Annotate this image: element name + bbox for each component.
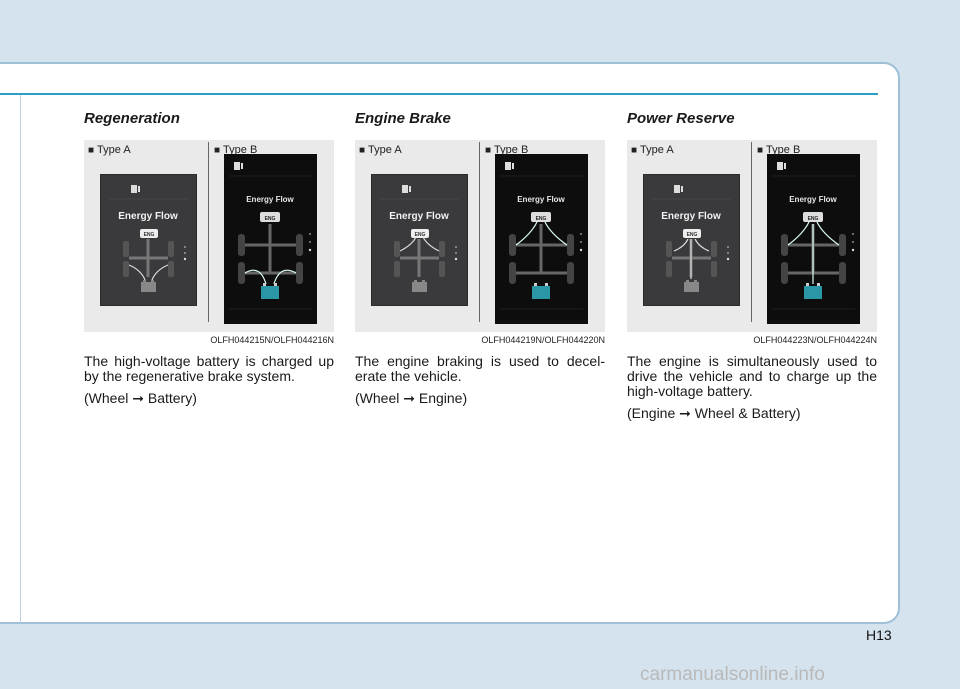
battery-icon <box>804 283 822 299</box>
energy-flow-direction: (Wheel ➞ Battery) <box>84 390 197 406</box>
svg-text:ENG: ENG <box>808 216 819 222</box>
svg-text:ENG: ENG <box>415 232 426 238</box>
energy-flow-title: Energy Flow <box>118 211 178 222</box>
figure-divider <box>208 142 209 322</box>
engine-icon: ENG <box>803 212 823 222</box>
svg-text:ENG: ENG <box>265 216 276 222</box>
section-title: Regeneration <box>84 110 180 127</box>
type-a-label: ■ Type A <box>88 144 131 156</box>
engine-icon: ENG <box>531 212 551 222</box>
section-engine-brake: Engine Brake ■ Type A ■ Type B Energy Flow… <box>355 108 605 406</box>
energy-flow-screen-type-b: Energy Flow ENG <box>495 154 588 324</box>
figure-panel: ■ Type A ■ Type B Energy Flow ENG Energy… <box>627 140 877 332</box>
type-a-label: ■ Type A <box>359 144 402 156</box>
fuel-pump-icon <box>674 185 683 193</box>
watermark: carmanualsonline.info <box>640 664 825 685</box>
figure-caption: OLFH044215N/OLFH044216N <box>210 335 334 345</box>
section-regeneration: Regeneration ■ Type A ■ Type B Energy Flow… <box>84 108 334 406</box>
energy-flow-screen-type-b: Energy Flow ENG <box>224 154 317 324</box>
energy-flow-screen-type-a: Energy Flow ENG <box>371 174 468 306</box>
battery-icon <box>532 283 550 299</box>
figure-caption: OLFH044219N/OLFH044220N <box>481 335 605 345</box>
figure-panel: ■ Type A ■ Type B Energy Flow ENG Energy… <box>84 140 334 332</box>
energy-flow-direction: (Engine ➞ Wheel & Battery) <box>627 405 801 421</box>
header-rule <box>0 93 878 95</box>
engine-icon: ENG <box>260 212 280 222</box>
figure-divider <box>751 142 752 322</box>
arrow-right-icon: ➞ <box>403 390 415 406</box>
section-power-reserve: Power Reserve ■ Type A ■ Type B Energy Flo… <box>627 108 877 421</box>
arrow-right-icon: ➞ <box>679 405 691 421</box>
battery-icon <box>412 280 427 292</box>
section-title: Engine Brake <box>355 110 451 127</box>
energy-flow-title: Energy Flow <box>517 195 565 204</box>
battery-icon <box>141 280 156 292</box>
page-number: H13 <box>866 627 892 643</box>
engine-icon: ENG <box>411 229 429 238</box>
energy-flow-title: Energy Flow <box>661 211 721 222</box>
battery-icon <box>684 280 699 292</box>
fuel-pump-icon <box>131 185 140 193</box>
fuel-pump-icon <box>402 185 411 193</box>
figure-panel: ■ Type A ■ Type B Energy Flow ENG Energy… <box>355 140 605 332</box>
margin-rule <box>20 95 21 623</box>
energy-flow-title: Energy Flow <box>389 211 449 222</box>
energy-flow-screen-type-b: Energy Flow ENG <box>767 154 860 324</box>
svg-text:ENG: ENG <box>687 232 698 238</box>
fuel-pump-icon <box>505 162 514 170</box>
engine-icon: ENG <box>683 229 701 238</box>
energy-flow-screen-type-a: Energy Flow ENG <box>100 174 197 306</box>
energy-flow-title: Energy Flow <box>246 195 294 204</box>
energy-flow-screen-type-a: Energy Flow ENG <box>643 174 740 306</box>
fuel-pump-icon <box>777 162 786 170</box>
section-title: Power Reserve <box>627 110 735 127</box>
figure-divider <box>479 142 480 322</box>
svg-text:ENG: ENG <box>144 232 155 238</box>
arrow-right-icon: ➞ <box>132 390 144 406</box>
energy-flow-title: Energy Flow <box>789 195 837 204</box>
battery-icon <box>261 283 279 299</box>
type-a-label: ■ Type A <box>631 144 674 156</box>
energy-flow-direction: (Wheel ➞ Engine) <box>355 390 468 406</box>
section-body: The engine is simultaneously used to dri… <box>627 353 877 399</box>
fuel-pump-icon <box>234 162 243 170</box>
svg-text:ENG: ENG <box>536 216 547 222</box>
engine-icon: ENG <box>140 229 158 238</box>
figure-caption: OLFH044223N/OLFH044224N <box>753 335 877 345</box>
section-body: The engine braking is used to decel-erat… <box>355 353 605 384</box>
section-body: The high-voltage battery is charged up b… <box>84 353 334 384</box>
